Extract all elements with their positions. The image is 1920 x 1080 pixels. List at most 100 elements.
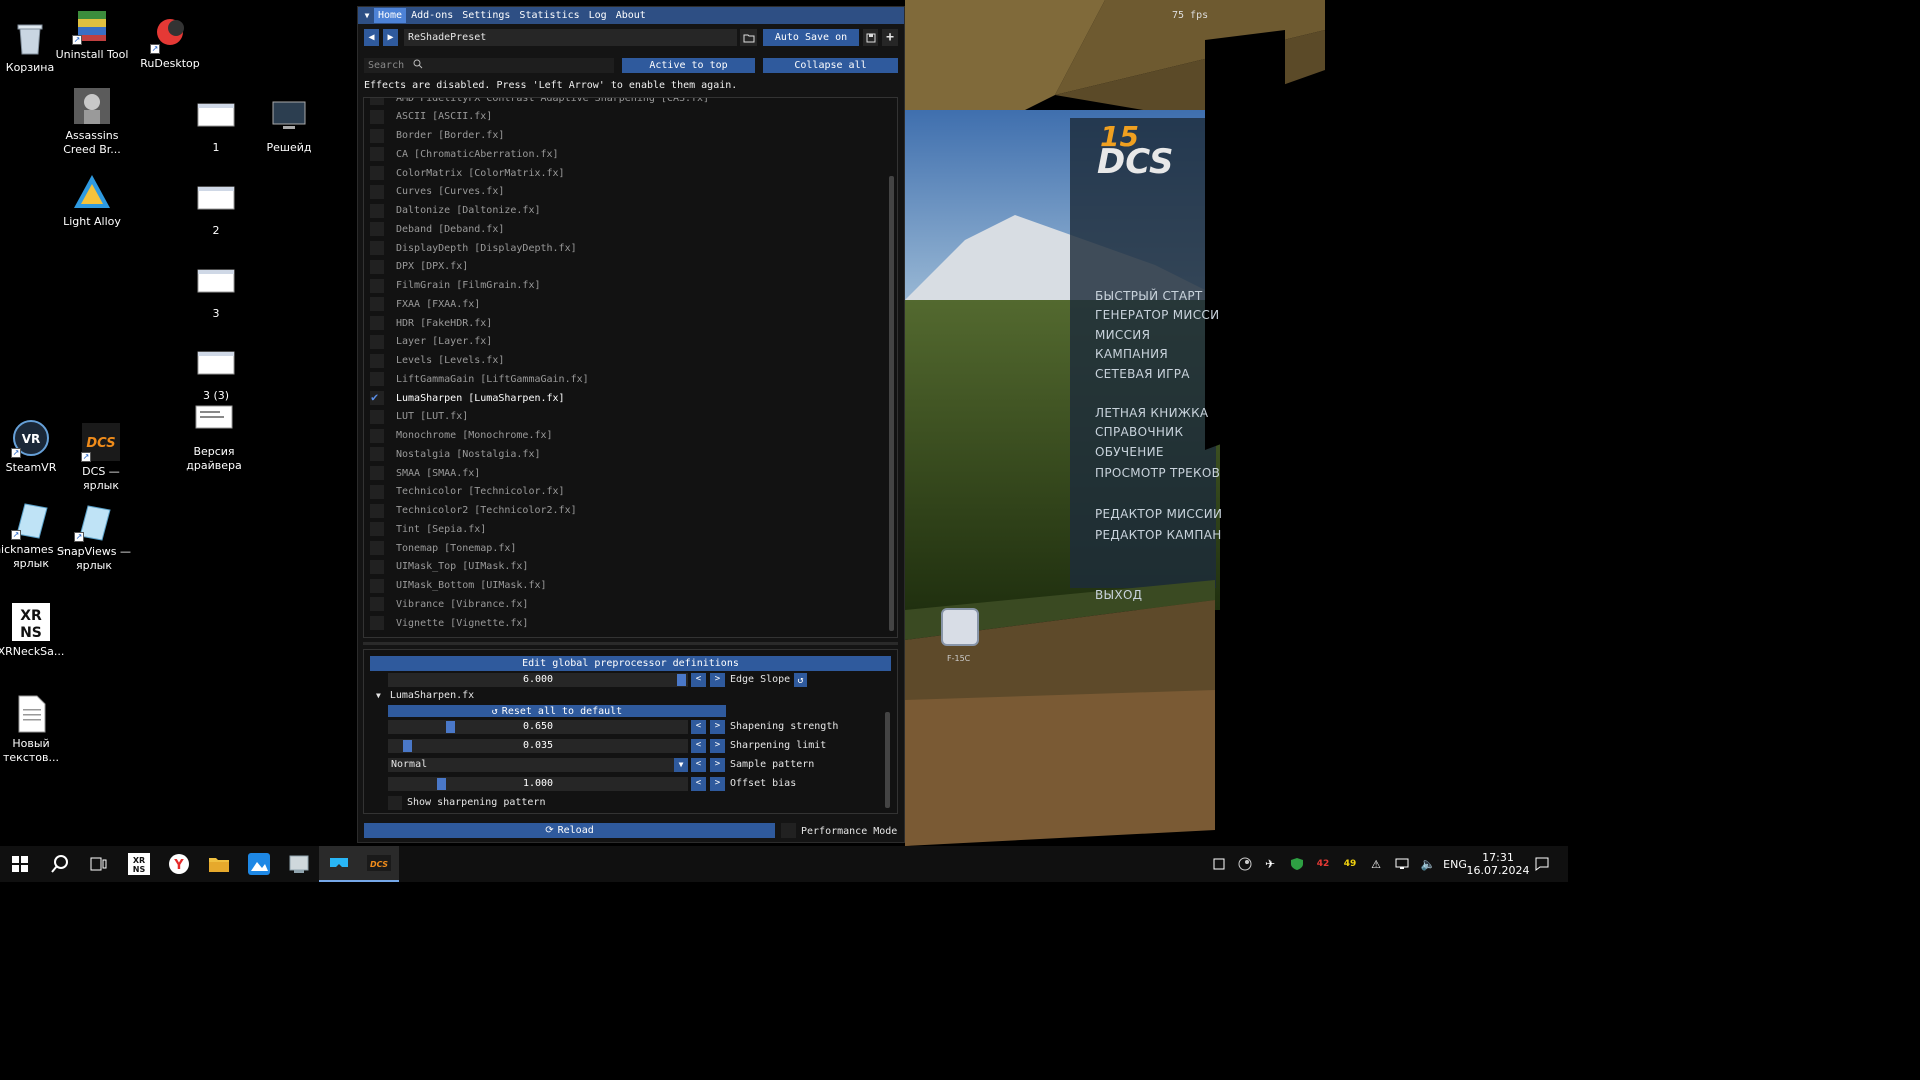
menu-settings[interactable]: Settings: [458, 8, 514, 23]
sharpening-strength-slider[interactable]: 0.650: [388, 720, 688, 734]
desktop-icon-file-3[interactable]: 3: [178, 264, 254, 321]
desktop-icon-rudesktop[interactable]: ↗ RuDesktop: [132, 14, 208, 71]
browse-preset-button[interactable]: [740, 29, 757, 46]
tray-network-warning-icon[interactable]: ⚠: [1366, 846, 1386, 882]
preset-name-field[interactable]: ReShadePreset: [404, 29, 737, 46]
effect-item[interactable]: Border [Border.fx]: [370, 127, 504, 145]
edge-slope-decrease[interactable]: <: [691, 673, 706, 687]
desktop-icon-driver-version[interactable]: Версия драйвера: [176, 402, 252, 473]
auto-save-toggle[interactable]: Auto Save on: [763, 29, 859, 46]
effect-item[interactable]: DisplayDepth [DisplayDepth.fx]: [370, 239, 577, 257]
effect-checkbox[interactable]: [370, 597, 384, 612]
effect-item[interactable]: Deband [Deband.fx]: [370, 220, 504, 238]
menu-logbook[interactable]: ЛЕТНАЯ КНИЖКА: [1095, 406, 1208, 420]
effect-checkbox[interactable]: [370, 522, 384, 537]
effect-item[interactable]: Nostalgia [Nostalgia.fx]: [370, 445, 541, 463]
effect-checkbox[interactable]: [370, 203, 384, 218]
effect-item[interactable]: Tint [Sepia.fx]: [370, 520, 486, 538]
effect-item[interactable]: Monochrome [Monochrome.fx]: [370, 427, 553, 445]
offset-bias-decrease[interactable]: <: [691, 777, 706, 791]
effect-checkbox[interactable]: [370, 109, 384, 124]
start-button[interactable]: [0, 846, 40, 882]
desktop-icon-new-text[interactable]: Новый текстов...: [0, 694, 69, 765]
action-center-button[interactable]: [1528, 846, 1556, 882]
tray-monitor-icon[interactable]: [1392, 846, 1412, 882]
menu-addons[interactable]: Add-ons: [407, 8, 457, 23]
desktop-icon-dcs[interactable]: DCS ↗ DCS — ярлык: [63, 422, 139, 493]
tray-clock[interactable]: 17:31 16.07.2024: [1467, 846, 1530, 882]
effect-item[interactable]: FXAA [FXAA.fx]: [370, 295, 480, 313]
menu-encyclopedia[interactable]: СПРАВОЧНИК: [1095, 425, 1183, 439]
effect-checkbox[interactable]: [370, 147, 384, 162]
effect-checkbox[interactable]: [370, 166, 384, 180]
effect-checkbox[interactable]: [370, 428, 384, 443]
effect-checkbox[interactable]: [370, 503, 384, 518]
effect-checkbox[interactable]: [370, 409, 384, 424]
desktop-icon-uninstall-tool[interactable]: ↗ Uninstall Tool: [54, 5, 130, 62]
effect-item[interactable]: Layer [Layer.fx]: [370, 333, 492, 351]
effect-checkbox[interactable]: [370, 316, 384, 330]
menu-mission[interactable]: МИССИЯ: [1095, 328, 1150, 342]
effect-item[interactable]: Vibrance [Vibrance.fx]: [370, 595, 528, 613]
tray-airplane-icon[interactable]: ✈: [1260, 846, 1280, 882]
effect-item[interactable]: Technicolor2 [Technicolor2.fx]: [370, 502, 577, 520]
sharpening-limit-increase[interactable]: >: [710, 739, 725, 753]
effect-checkbox[interactable]: [370, 466, 384, 480]
effect-item[interactable]: FilmGrain [FilmGrain.fx]: [370, 277, 541, 295]
edge-slope-slider[interactable]: 6.000: [388, 673, 688, 687]
taskbar-dcs[interactable]: DCS: [359, 846, 399, 882]
performance-mode-checkbox[interactable]: [781, 823, 796, 838]
tray-volume-icon[interactable]: 🔈: [1418, 846, 1438, 882]
menu-mission-generator[interactable]: ГЕНЕРАТОР МИССИ: [1095, 308, 1219, 322]
effect-item[interactable]: AMD FidelityFX Contrast Adaptive Sharpen…: [370, 98, 709, 107]
reload-button[interactable]: ⟳ Reload: [364, 823, 775, 838]
menu-campaign[interactable]: КАМПАНИЯ: [1095, 347, 1168, 361]
reset-all-button[interactable]: ↺ Reset all to default: [388, 705, 726, 717]
offset-bias-increase[interactable]: >: [710, 777, 725, 791]
effect-item[interactable]: Technicolor [Technicolor.fx]: [370, 483, 565, 501]
add-preset-button[interactable]: +: [882, 29, 898, 46]
task-view-button[interactable]: [78, 846, 118, 882]
menu-statistics[interactable]: Statistics: [515, 8, 583, 23]
sharpening-strength-increase[interactable]: >: [710, 720, 725, 734]
effect-item[interactable]: Vignette [Vignette.fx]: [370, 614, 528, 632]
taskbar-app-active[interactable]: [319, 846, 359, 882]
desktop-icon-file-1[interactable]: 1: [178, 98, 254, 155]
desktop-icon-xrnecksafer[interactable]: XR NS XRNeckSa...: [0, 602, 69, 659]
sharpening-limit-slider[interactable]: 0.035: [388, 739, 688, 753]
edit-preprocessor-button[interactable]: Edit global preprocessor definitions: [370, 656, 891, 671]
effect-checkbox[interactable]: [370, 222, 384, 237]
effect-checkbox[interactable]: [370, 259, 384, 274]
desktop-icon-snapviews[interactable]: ↗ SnapViews — ярлык: [56, 502, 132, 573]
effect-item[interactable]: Levels [Levels.fx]: [370, 352, 504, 370]
desktop-icon-assassins-creed[interactable]: Assassins Creed Br...: [54, 86, 130, 157]
sharpening-strength-decrease[interactable]: <: [691, 720, 706, 734]
menu-campaign-editor[interactable]: РЕДАКТОР КАМПАН: [1095, 528, 1222, 542]
effect-item[interactable]: LUT [LUT.fx]: [370, 408, 468, 426]
effect-item[interactable]: Curves [Curves.fx]: [370, 183, 504, 201]
menu-training[interactable]: ОБУЧЕНИЕ: [1095, 445, 1164, 459]
effect-item[interactable]: LumaSharpen [LumaSharpen.fx]: [370, 389, 565, 407]
effect-checkbox[interactable]: [370, 559, 384, 574]
effect-checkbox[interactable]: [370, 334, 384, 349]
effect-checkbox[interactable]: [370, 98, 384, 105]
menu-track-replay[interactable]: ПРОСМОТР ТРЕКОВ: [1095, 466, 1220, 480]
effect-checkbox[interactable]: [370, 184, 384, 199]
effect-search-input[interactable]: Search: [364, 58, 614, 73]
tray-gpu-temp-icon[interactable]: 42: [1313, 846, 1333, 882]
effect-checkbox[interactable]: [370, 278, 384, 293]
sample-pattern-prev[interactable]: <: [691, 758, 706, 772]
desktop-icon-steamvr[interactable]: VR ↗ SteamVR: [0, 418, 69, 475]
menu-log[interactable]: Log: [585, 8, 611, 23]
effect-item[interactable]: DPX [DPX.fx]: [370, 258, 468, 276]
tray-shield-icon[interactable]: [1287, 846, 1307, 882]
collapse-all-button[interactable]: Collapse all: [763, 58, 898, 73]
menu-multiplayer[interactable]: СЕТЕВАЯ ИГРА: [1095, 367, 1190, 381]
effect-item[interactable]: SMAA [SMAA.fx]: [370, 464, 480, 482]
effect-checkbox[interactable]: [370, 484, 384, 499]
effect-list-scrollbar[interactable]: [889, 176, 894, 631]
effect-checkbox[interactable]: [370, 541, 384, 555]
taskbar-file-explorer[interactable]: [199, 846, 239, 882]
show-pattern-checkbox[interactable]: [388, 796, 402, 810]
lumasharpen-section[interactable]: ▼ LumaSharpen.fx: [376, 690, 474, 701]
